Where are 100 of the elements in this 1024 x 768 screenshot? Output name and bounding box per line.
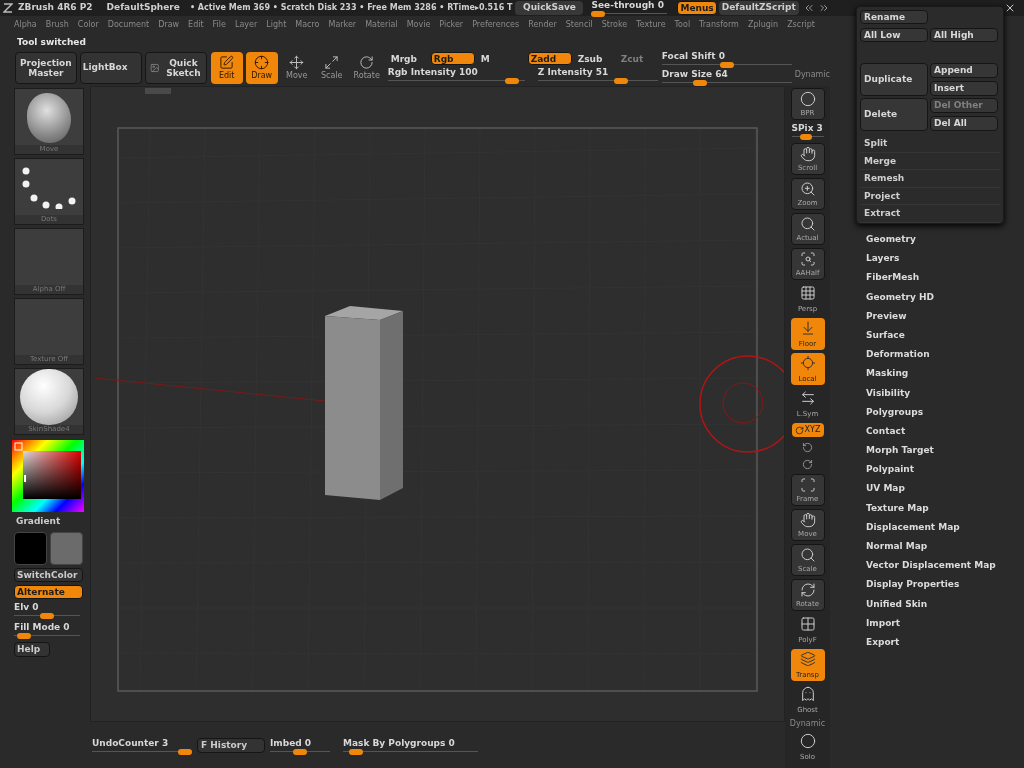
imbed-slider[interactable] xyxy=(270,749,330,755)
subpalette-item[interactable]: Geometry xyxy=(866,230,1024,250)
slider-thumb[interactable] xyxy=(349,749,364,755)
slider-thumb[interactable] xyxy=(693,79,708,86)
close-icon[interactable] xyxy=(1004,2,1016,14)
mode-button[interactable]: Move xyxy=(280,52,313,84)
subpalette-item[interactable]: Export xyxy=(866,632,1024,653)
rename-button[interactable]: Rename xyxy=(860,10,928,24)
subpalette-item[interactable]: Layers xyxy=(866,249,1024,269)
menus-button[interactable]: Menus xyxy=(677,1,717,15)
slider-thumb[interactable] xyxy=(614,78,629,84)
subpalette-item[interactable]: Polypaint xyxy=(866,460,1024,480)
quicksave-button[interactable]: QuickSave xyxy=(515,1,584,15)
menu-item[interactable]: File xyxy=(212,19,226,31)
alternate-button[interactable]: Alternate xyxy=(14,584,83,599)
menu-item[interactable]: Material xyxy=(365,19,398,31)
menu-item[interactable]: Movie xyxy=(406,19,431,31)
mode-button[interactable]: Rotate xyxy=(350,52,383,84)
subpalette-item[interactable]: Geometry HD xyxy=(866,287,1024,307)
projection-master-button[interactable]: Projection Master xyxy=(15,52,77,84)
menu-item[interactable]: Tool xyxy=(674,19,691,31)
menu-item[interactable]: Brush xyxy=(45,19,69,31)
subpalette-item[interactable]: Morph Target xyxy=(866,441,1024,461)
subpalette-item[interactable]: FiberMesh xyxy=(866,268,1024,288)
popup-menu-item[interactable]: Merge xyxy=(860,152,1000,171)
menu-item[interactable]: Color xyxy=(77,19,99,31)
subpalette-item[interactable]: Polygroups xyxy=(866,402,1024,422)
menu-item[interactable]: Zscript xyxy=(787,19,815,31)
menu-item[interactable]: Edit xyxy=(188,19,204,31)
subpalette-item[interactable]: Import xyxy=(866,613,1024,633)
popup-menu-item[interactable]: Project xyxy=(860,187,1000,206)
append-button[interactable]: Append xyxy=(930,63,998,78)
menu-item[interactable]: Zplugin xyxy=(747,19,779,31)
subpalette-item[interactable]: Masking xyxy=(866,364,1024,384)
lightbox-button[interactable]: LightBox xyxy=(79,52,142,84)
z-mode-button[interactable]: Zadd xyxy=(527,52,572,65)
menu-item[interactable]: Stencil xyxy=(565,19,593,31)
slider-thumb[interactable] xyxy=(799,134,812,140)
popup-menu-item[interactable]: Extract xyxy=(860,205,1000,223)
subpalette-item[interactable]: Texture Map xyxy=(866,498,1024,518)
history-button[interactable]: F History xyxy=(197,738,265,753)
menu-item[interactable]: Transform xyxy=(699,19,739,31)
all-high-button[interactable]: All High xyxy=(930,28,998,42)
scroll-right-icon[interactable] xyxy=(817,2,830,14)
mode-button[interactable]: Draw xyxy=(245,52,278,84)
z-mode-button[interactable]: Zsub xyxy=(574,52,615,65)
viewport-canvas[interactable] xyxy=(90,86,785,722)
slider-thumb[interactable] xyxy=(16,632,31,639)
subpalette-item[interactable]: Deformation xyxy=(866,345,1024,365)
menu-item[interactable]: Texture xyxy=(636,19,666,31)
subpalette-item[interactable]: Preview xyxy=(866,306,1024,326)
menu-item[interactable]: Picker xyxy=(439,19,464,31)
spix-slider[interactable] xyxy=(791,134,824,140)
rgb-intensity-slider[interactable] xyxy=(387,78,525,84)
duplicate-button[interactable]: Duplicate xyxy=(860,63,928,96)
help-button[interactable]: Help xyxy=(14,641,50,657)
script-button[interactable]: DefaultZScript xyxy=(718,1,799,15)
popup-menu-item[interactable]: Remesh xyxy=(860,170,1000,188)
subpalette-item[interactable]: Displacement Map xyxy=(866,517,1024,537)
popup-menu-item[interactable]: Split xyxy=(860,135,1000,153)
subpalette-item[interactable]: Contact xyxy=(866,421,1024,442)
menu-item[interactable]: Draw xyxy=(158,19,180,31)
menu-item[interactable]: Preferences xyxy=(472,19,520,31)
draw-size-slider[interactable] xyxy=(661,79,792,86)
subpalette-item[interactable]: Visibility xyxy=(866,383,1024,403)
menu-item[interactable]: Document xyxy=(107,19,150,31)
z-intensity-slider[interactable] xyxy=(537,78,658,84)
mode-button[interactable]: Edit xyxy=(210,52,243,84)
menu-item[interactable]: Light xyxy=(266,19,287,31)
quick-sketch-button[interactable]: Quick Sketch xyxy=(144,52,207,84)
subpalette-item[interactable]: Normal Map xyxy=(866,537,1024,557)
shelf-button[interactable]: XYZ xyxy=(791,423,824,437)
undo-counter-slider[interactable] xyxy=(92,749,192,755)
slider-thumb[interactable] xyxy=(293,749,307,755)
switch-color-button[interactable]: SwitchColor xyxy=(14,567,83,582)
subpalette-item[interactable]: Unified Skin xyxy=(866,594,1024,614)
insert-button[interactable]: Insert xyxy=(930,81,998,96)
mode-button[interactable]: Scale xyxy=(315,52,348,84)
slider-thumb[interactable] xyxy=(504,78,519,84)
elv-slider[interactable] xyxy=(14,612,80,619)
subpalette-item[interactable]: Display Properties xyxy=(866,575,1024,595)
menu-item[interactable]: Render xyxy=(528,19,557,31)
all-low-button[interactable]: All Low xyxy=(860,28,928,42)
fill-mode-slider[interactable] xyxy=(14,632,80,639)
color-swatch[interactable] xyxy=(50,531,83,565)
rgb-mode-button[interactable]: Rgb xyxy=(430,52,475,65)
subpalette-item[interactable]: UV Map xyxy=(866,479,1024,499)
menu-item[interactable]: Alpha xyxy=(14,19,37,31)
slider-thumb[interactable] xyxy=(719,61,734,68)
slider-thumb[interactable] xyxy=(591,10,606,17)
rgb-mode-button[interactable]: M xyxy=(477,52,518,65)
mask-by-polygroups-slider[interactable] xyxy=(343,749,478,755)
slider-thumb[interactable] xyxy=(40,612,54,619)
subpalette-item[interactable]: Surface xyxy=(866,325,1024,346)
see-through-slider[interactable] xyxy=(591,10,668,17)
scroll-thumb[interactable] xyxy=(145,88,171,94)
focal-shift-slider[interactable] xyxy=(661,61,792,68)
color-swatch[interactable] xyxy=(14,531,47,565)
del-all-button[interactable]: Del All xyxy=(930,116,998,131)
menu-item[interactable]: Macro xyxy=(295,19,320,31)
